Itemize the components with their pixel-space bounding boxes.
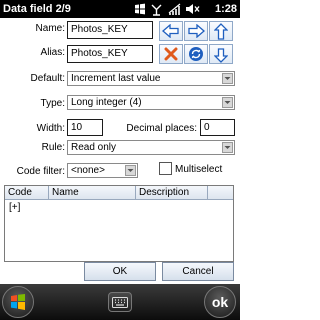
signal-icon [166,1,182,17]
alias-label: Alias: [40,47,65,58]
start-windows-icon[interactable] [2,286,34,318]
ok-button[interactable]: OK [84,262,156,281]
arrow-up-icon [214,22,228,40]
table-header: Code Name Description [5,186,233,200]
cancel-button[interactable]: Cancel [162,262,234,281]
windows-flag-icon [133,1,147,17]
softkey-ok-button[interactable]: ok [204,286,236,318]
window-title: Data field 2/9 [3,3,71,15]
chevron-down-icon [222,97,233,108]
multiselect-label: Multiselect [175,164,223,175]
alias-input[interactable]: Photos_KEY [67,45,153,63]
code-filter-value: <none> [71,165,105,176]
move-down-button[interactable] [209,44,233,64]
code-table[interactable]: Code Name Description [+] [4,185,234,262]
type-select[interactable]: Long integer (4) [67,95,235,110]
type-value: Long integer (4) [71,97,142,108]
soft-key-bar: ok [0,284,240,320]
data-field-form: Name: Photos_KEY Alias: Photos_KEY Defau… [0,18,240,284]
default-label: Default: [30,73,65,84]
decimal-places-label: Decimal places: [126,123,197,134]
column-header-description[interactable]: Description [136,186,208,199]
code-filter-label: Code filter: [16,166,65,177]
refresh-icon [189,47,203,61]
previous-field-button[interactable] [159,21,183,41]
network-icon [149,1,163,17]
status-bar: Data field 2/9 1:28 [0,0,240,18]
name-label: Name: [35,23,65,34]
keyboard-icon[interactable] [108,292,132,312]
decimal-places-input[interactable]: 0 [200,119,235,136]
chevron-down-icon [125,165,136,176]
chevron-down-icon [222,142,233,153]
add-row-cell[interactable]: [+] [9,202,20,214]
column-header-code[interactable]: Code [5,186,49,199]
rule-label: Rule: [41,142,65,153]
rule-select[interactable]: Read only [67,140,235,155]
next-field-button[interactable] [184,21,208,41]
width-input[interactable]: 10 [67,119,103,136]
arrow-left-icon [162,24,179,38]
volume-muted-icon [184,1,200,17]
refresh-button[interactable] [184,44,208,64]
move-up-button[interactable] [209,21,233,41]
type-label: Type: [40,98,65,109]
multiselect-checkbox[interactable] [159,162,172,175]
column-header-name[interactable]: Name [49,186,136,199]
arrow-right-icon [188,24,205,38]
clock: 1:28 [214,3,237,15]
chevron-down-icon [222,73,233,84]
code-filter-select[interactable]: <none> [67,163,138,178]
arrow-down-icon [214,47,228,63]
default-select[interactable]: Increment last value [67,71,235,86]
delete-x-icon [164,47,178,61]
name-input[interactable]: Photos_KEY [67,21,153,39]
default-value: Increment last value [71,73,161,84]
delete-field-button[interactable] [159,44,183,64]
rule-value: Read only [71,142,117,153]
width-label: Width: [36,123,65,134]
